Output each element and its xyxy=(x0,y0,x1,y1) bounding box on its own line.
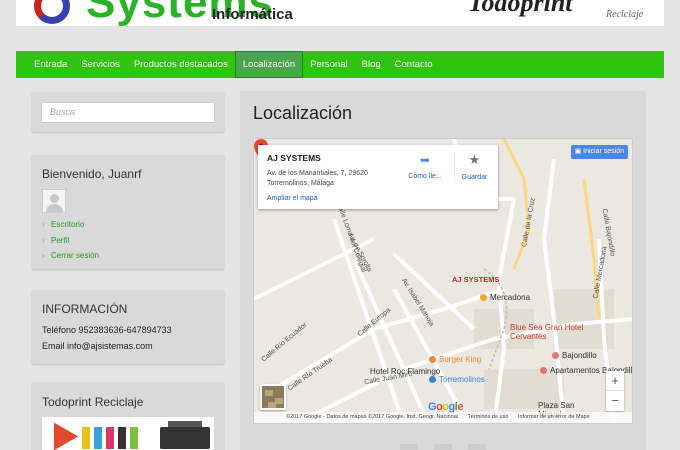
place-address: Av. de los Manantiales, 7, 29620 Torremo… xyxy=(267,170,368,187)
account-links: Escritorio Perfil Cerrar sesión xyxy=(42,217,99,264)
directions-icon: ➥ xyxy=(419,153,431,167)
link-perfil[interactable]: Perfil xyxy=(42,233,99,249)
aj-systems-logo-icon[interactable] xyxy=(34,0,70,24)
info-phone: Teléfono 952383636-647894733 xyxy=(42,325,172,335)
place-info-card: AJ SYSTEMS Av. de los Manantiales, 7, 29… xyxy=(258,145,498,209)
save-place-button[interactable]: ★ Guardar xyxy=(454,151,494,181)
pin-label: AJ SYSTEMS xyxy=(452,275,500,284)
poi-marker[interactable]: Torremolinos xyxy=(429,375,485,384)
poi-marker[interactable]: Blue Sea Gran Hotel Cervantes xyxy=(510,323,590,341)
todoprint-widget: Todoprint Reciclaje xyxy=(32,382,224,450)
place-name: AJ SYSTEMS xyxy=(267,153,321,163)
zoom-in-button[interactable]: + xyxy=(606,371,624,391)
search-widget: Busca xyxy=(32,92,224,132)
poi-marker[interactable]: Burger King xyxy=(429,355,481,364)
main-navigation: Entrada Servicios Productos destacados L… xyxy=(16,51,664,78)
poi-marker[interactable]: Mercadona xyxy=(480,293,530,302)
site-header-banner: Systems Informática Todoprint Reciclaje xyxy=(16,0,664,26)
nav-item-servicios[interactable]: Servicios xyxy=(74,51,127,78)
report-error-link[interactable]: Informar de un error de Maps xyxy=(518,414,590,420)
main-content: Localización Calle Loma del Colegial Av.… xyxy=(241,91,645,450)
todoprint-logo[interactable]: Todoprint xyxy=(468,0,573,18)
welcome-widget: Bienvenido, Juanrf Escritorio Perfil Cer… xyxy=(32,155,224,269)
zoom-out-button[interactable]: − xyxy=(606,391,624,411)
avatar[interactable] xyxy=(42,189,66,213)
user-icon: ▣ xyxy=(574,148,582,155)
todoprint-logo-subtitle: Reciclaje xyxy=(606,9,644,20)
embedded-map[interactable]: Calle Loma del Colegial Av. de Sorolla C… xyxy=(253,138,633,424)
logo-subtitle: Informática xyxy=(212,6,293,23)
search-input[interactable]: Busca xyxy=(41,102,215,123)
nav-item-entrada[interactable]: Entrada xyxy=(27,51,74,78)
satellite-toggle-thumbnail[interactable] xyxy=(260,384,286,410)
zoom-controls: + − xyxy=(606,371,624,411)
nav-item-personal[interactable]: Personal xyxy=(303,51,355,78)
welcome-title: Bienvenido, Juanrf xyxy=(42,167,142,181)
google-plus-share-icon[interactable] xyxy=(468,444,486,450)
link-cerrar-sesion[interactable]: Cerrar sesión xyxy=(42,248,99,264)
map-signin-button[interactable]: ▣ Iniciar sesión xyxy=(570,145,628,159)
info-title: INFORMACIÓN xyxy=(42,302,128,316)
nav-item-contacto[interactable]: Contacto xyxy=(388,51,440,78)
nav-item-blog[interactable]: Blog xyxy=(355,51,388,78)
page-title: Localización xyxy=(253,103,353,123)
twitter-share-icon[interactable] xyxy=(434,444,452,450)
enlarge-map-link[interactable]: Ampliar el mapa xyxy=(267,195,318,202)
star-icon: ★ xyxy=(468,152,481,167)
info-widget: INFORMACIÓN Teléfono 952383636-647894733… xyxy=(32,290,224,364)
todoprint-title: Todoprint Reciclaje xyxy=(42,395,144,409)
directions-button[interactable]: ➥ Cómo lle... xyxy=(400,151,450,180)
facebook-share-icon[interactable] xyxy=(400,444,418,450)
terms-link[interactable]: Términos de uso xyxy=(467,414,508,420)
todoprint-banner-image[interactable] xyxy=(42,417,214,450)
info-email: Email info@ajsistemas.com xyxy=(42,341,153,351)
nav-item-localizacion[interactable]: Localización xyxy=(234,51,304,78)
nav-item-productos-destacados[interactable]: Productos destacados xyxy=(127,51,235,78)
poi-marker[interactable]: Bajondillo xyxy=(552,351,597,360)
map-attribution: ©2017 Google - Datos de mapas ©2017 Goog… xyxy=(254,412,632,423)
link-escritorio[interactable]: Escritorio xyxy=(42,217,99,233)
